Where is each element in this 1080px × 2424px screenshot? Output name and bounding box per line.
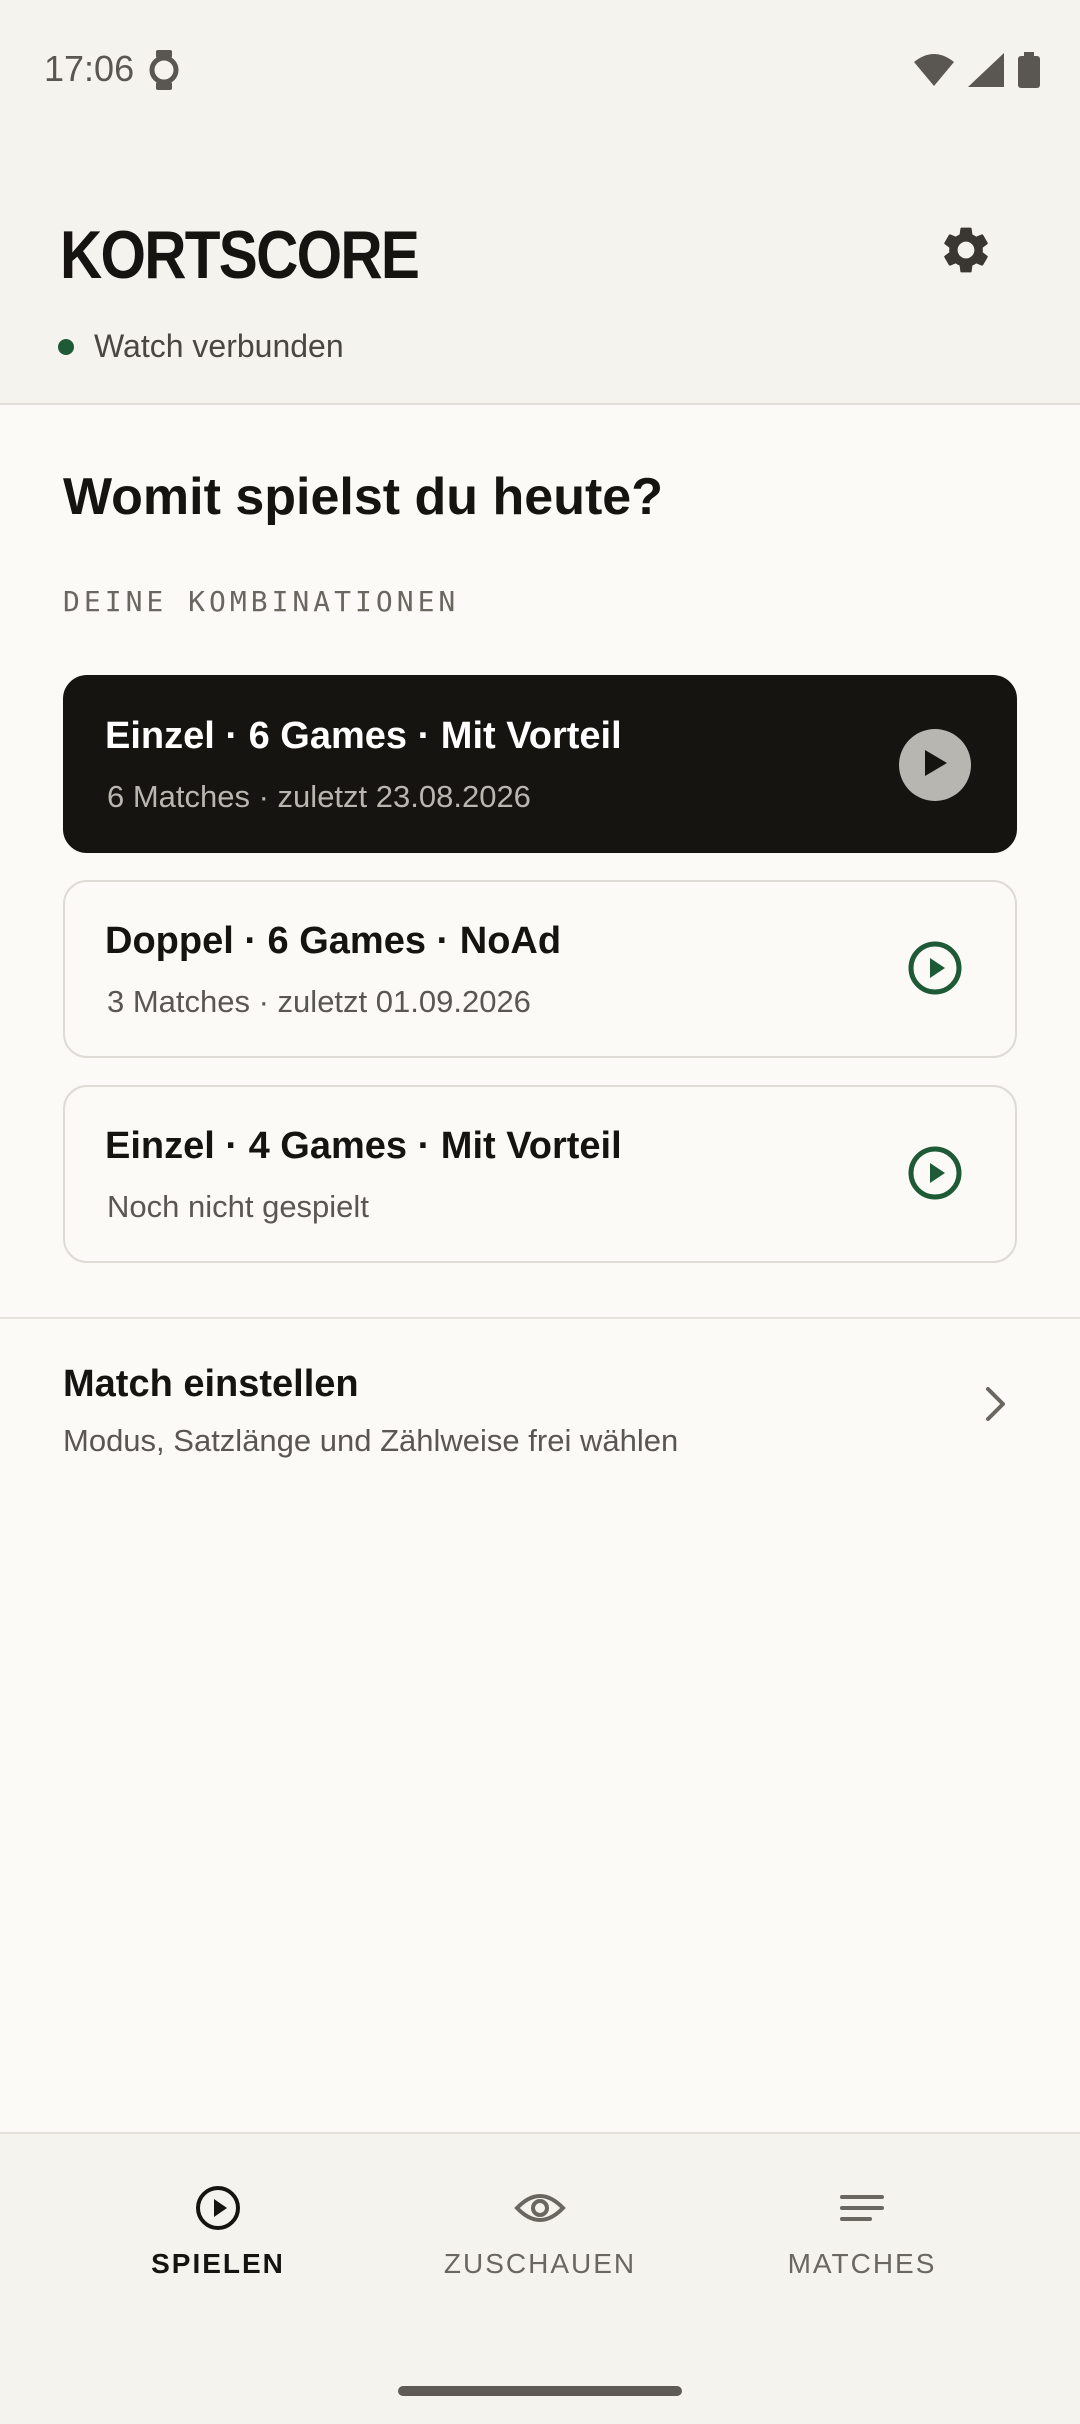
combination-title: Einzel · 6 Games · Mit Vorteil xyxy=(105,715,622,757)
match-setup-title: Match einstellen xyxy=(63,1363,359,1405)
nav-item-zuschauen[interactable]: ZUSCHAUEN xyxy=(390,2178,690,2280)
play-icon xyxy=(921,748,949,783)
nav-label: ZUSCHAUEN xyxy=(443,2248,637,2279)
main-content: Womit spielst du heute? DEINE KOMBINATIO… xyxy=(0,405,1080,2132)
combination-subtitle: 6 Matches · zuletzt 23.08.2026 xyxy=(107,779,531,814)
watch-connection-status: Watch verbunden xyxy=(58,328,344,365)
status-icons xyxy=(914,52,1040,93)
bottom-navigation: SPIELEN ZUSCHAUEN MATCHES xyxy=(0,2132,1080,2424)
combination-title: Doppel · 6 Games · NoAd xyxy=(105,920,562,962)
play-circle-icon xyxy=(907,940,963,1001)
play-circle-icon xyxy=(907,1145,963,1206)
settings-button[interactable] xyxy=(936,222,996,282)
combination-subtitle: Noch nicht gespielt xyxy=(107,1189,369,1224)
status-dot xyxy=(58,338,74,355)
app-header: KORTSCORE Watch verbunden xyxy=(0,140,1080,404)
page-question: Womit spielst du heute? xyxy=(63,468,663,526)
wifi-icon xyxy=(914,54,954,91)
play-button[interactable] xyxy=(899,1139,971,1211)
status-time: 17:06 xyxy=(44,48,135,89)
match-setup-row[interactable]: Match einstellen Modus, Satzlänge und Zä… xyxy=(0,1319,1080,1489)
combination-title: Einzel · 4 Games · Mit Vorteil xyxy=(105,1125,622,1167)
nav-label: MATCHES xyxy=(787,2248,937,2279)
nav-item-matches[interactable]: MATCHES xyxy=(712,2178,1012,2280)
watch-icon xyxy=(148,50,180,95)
app-title: KORTSCORE xyxy=(60,217,420,293)
play-button[interactable] xyxy=(899,729,971,801)
nav-label: SPIELEN xyxy=(151,2248,285,2279)
home-indicator[interactable] xyxy=(398,2386,682,2396)
nav-item-spielen[interactable]: SPIELEN xyxy=(68,2178,368,2280)
combination-subtitle: 3 Matches · zuletzt 01.09.2026 xyxy=(107,984,531,1019)
section-label: DEINE KOMBINATIONEN xyxy=(63,585,460,618)
status-bar: 17:06 xyxy=(0,0,1080,140)
signal-icon xyxy=(968,53,1004,92)
eye-icon xyxy=(390,2178,690,2238)
list-icon xyxy=(712,2178,1012,2238)
combination-card-1[interactable]: Einzel · 6 Games · Mit Vorteil 6 Matches… xyxy=(63,675,1017,853)
gear-icon xyxy=(938,222,994,283)
chevron-right-icon xyxy=(984,1385,1008,1428)
play-button[interactable] xyxy=(899,934,971,1006)
play-circle-icon xyxy=(68,2178,368,2238)
battery-icon xyxy=(1018,52,1040,93)
combination-card-2[interactable]: Doppel · 6 Games · NoAd 3 Matches · zule… xyxy=(63,880,1017,1058)
match-setup-subtitle: Modus, Satzlänge und Zählweise frei wähl… xyxy=(63,1423,679,1458)
combination-card-3[interactable]: Einzel · 4 Games · Mit Vorteil Noch nich… xyxy=(63,1085,1017,1263)
watch-status-label: Watch verbunden xyxy=(94,328,344,364)
